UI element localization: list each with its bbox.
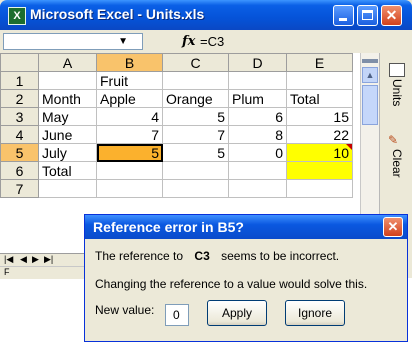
prev-sheet-icon[interactable]: ◀ [20,254,27,265]
cell[interactable] [228,179,287,198]
highlighted-cell-e5[interactable]: 10 [286,143,353,162]
cell[interactable] [286,179,353,198]
dialog-close-icon[interactable]: ✕ [383,217,403,237]
apply-button[interactable]: Apply [207,300,267,326]
dialog-title-bar[interactable]: Reference error in B5? ✕ [85,215,407,239]
row-header[interactable]: 5 [0,143,39,162]
cell[interactable]: Total [38,161,97,180]
reference-error-dialog: Reference error in B5? ✕ The reference t… [84,214,408,342]
row-header[interactable]: 2 [0,89,39,108]
cell[interactable] [286,161,353,180]
cell[interactable]: 22 [286,125,353,144]
column-header-e[interactable]: E [286,53,353,72]
cell[interactable]: Total [286,89,353,108]
last-sheet-icon[interactable]: ▶| [44,254,53,265]
cell[interactable]: Plum [228,89,287,108]
cell[interactable]: Fruit [96,71,163,90]
message-prefix: The reference to [95,249,184,263]
units-label[interactable]: Units [390,79,404,106]
cell[interactable] [162,71,229,90]
cell[interactable]: 6 [228,107,287,126]
cell[interactable] [228,71,287,90]
active-cell-b5[interactable]: 5 [96,143,163,162]
title-bar[interactable]: X Microsoft Excel - Units.xls ✕ [0,0,412,30]
cell[interactable]: Apple [96,89,163,108]
dialog-title: Reference error in B5? [93,219,244,235]
select-all-corner[interactable] [0,53,39,72]
dialog-message-2: Changing the reference to a value would … [95,277,368,291]
cell[interactable]: May [38,107,97,126]
split-handle[interactable] [362,59,378,63]
minimize-icon [339,18,347,21]
message-suffix: seems to be incorrect. [221,249,340,263]
cell[interactable] [162,161,229,180]
column-header-a[interactable]: A [38,53,97,72]
cell[interactable] [228,161,287,180]
new-value-label: New value: [95,303,155,317]
dialog-message-1: The reference to C3 seems to be incorrec… [95,249,339,263]
clear-icon[interactable]: ✎ [388,133,402,147]
cell[interactable] [96,179,163,198]
cell[interactable] [38,71,97,90]
sheet-table: A B C D E 1 Fruit 2 Month Apple Orange P… [0,53,353,198]
row-header[interactable]: 4 [0,125,39,144]
cell[interactable]: 5 [162,143,229,162]
column-header-d[interactable]: D [228,53,287,72]
next-sheet-icon[interactable]: ▶ [32,254,39,265]
minimize-button[interactable] [333,5,354,26]
excel-app-icon[interactable]: X [8,7,26,25]
row-header[interactable]: 1 [0,71,39,90]
cell[interactable] [286,71,353,90]
cell[interactable] [96,161,163,180]
close-button[interactable]: ✕ [381,5,402,26]
cell[interactable]: 8 [228,125,287,144]
close-icon: ✕ [385,7,398,23]
maximize-icon [362,10,373,20]
cell[interactable] [38,179,97,198]
cell[interactable]: Month [38,89,97,108]
name-box[interactable]: ▼ [3,33,143,50]
formula-input[interactable]: =C3 [200,34,224,49]
formula-bar: ▼ fx =C3 [0,30,412,52]
units-icon[interactable] [389,63,405,77]
window-title: Microsoft Excel - Units.xls [30,6,205,22]
column-header-c[interactable]: C [162,53,229,72]
cell[interactable]: 4 [96,107,163,126]
scroll-thumb[interactable] [362,85,378,125]
row-header[interactable]: 6 [0,161,39,180]
clear-label[interactable]: Clear [390,149,404,178]
new-value-input[interactable]: 0 [165,304,189,326]
row-header[interactable]: 3 [0,107,39,126]
cell[interactable]: 5 [162,107,229,126]
first-sheet-icon[interactable]: |◀ [4,254,13,265]
cell[interactable]: 7 [162,125,229,144]
insert-function-icon[interactable]: fx [182,34,195,49]
chevron-down-icon[interactable]: ▼ [118,36,128,47]
cell[interactable]: 0 [228,143,287,162]
ignore-button[interactable]: Ignore [285,300,345,326]
status-text: F [4,267,10,277]
column-header-b[interactable]: B [96,53,163,72]
scroll-up-icon[interactable]: ▲ [362,67,378,83]
maximize-button[interactable] [357,5,378,26]
cell[interactable]: 15 [286,107,353,126]
cell[interactable]: June [38,125,97,144]
reference-name: C3 [194,249,210,263]
row-header[interactable]: 7 [0,179,39,198]
cell[interactable] [162,179,229,198]
cell[interactable]: 7 [96,125,163,144]
cell[interactable]: July [38,143,97,162]
cell[interactable]: Orange [162,89,229,108]
